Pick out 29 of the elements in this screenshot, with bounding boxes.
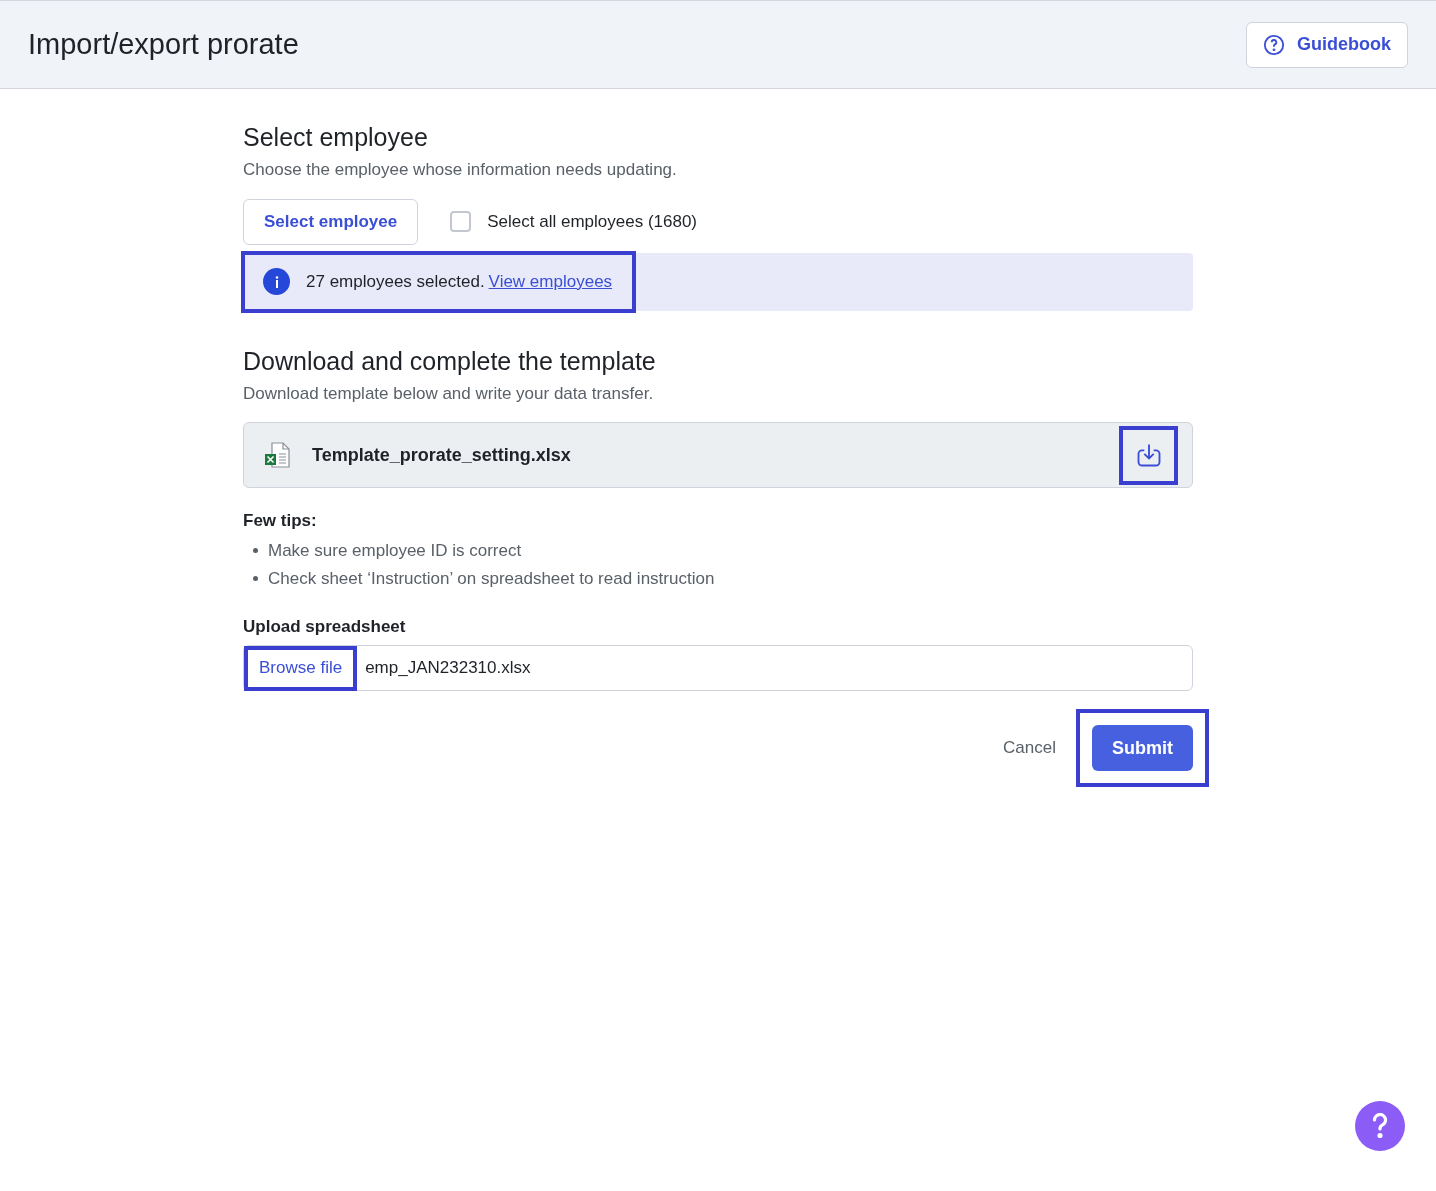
cancel-button[interactable]: Cancel [995,735,1064,761]
help-button[interactable] [1355,1101,1405,1151]
download-button[interactable] [1119,425,1178,485]
upload-label: Upload spreadsheet [243,615,407,638]
upload-field[interactable]: Browse file emp_JAN232310.xlsx [243,645,1193,691]
section-title: Download and complete the template [243,345,657,377]
info-text: 27 employees selected. [306,270,485,293]
section-description: Download template below and write your data transfer. [243,382,655,405]
select-employee-button[interactable]: Select employee [243,198,419,245]
page-title: Import/export prorate [28,26,299,62]
question-mark-icon [1372,1113,1388,1139]
info-icon [263,268,290,295]
checkbox[interactable] [450,211,472,232]
checkbox-label: Select all employees (1680) [487,210,698,233]
tips-title: Few tips: [243,510,318,532]
submit-button[interactable]: Submit [1092,725,1193,771]
spreadsheet-file-icon [264,441,292,469]
browse-file-button[interactable]: Browse file [244,645,358,691]
tip-text: Check sheet ‘Instruction’ on spreadsheet to read instruction [268,568,715,590]
upload-file-name: emp_JAN232310.xlsx [365,657,531,680]
bullet-icon [253,576,258,582]
bullet-icon [253,547,258,553]
template-file-name: Template_prorate_setting.xlsx [312,443,571,467]
section-description: Choose the employee whose information needs updating. [243,159,678,181]
section-title: Select employee [243,122,429,153]
help-icon [1263,33,1285,56]
view-employees-link[interactable]: View employees [488,268,613,295]
tip-text: Make sure employee ID is correct [268,539,522,562]
guidebook-button[interactable]: Guidebook [1246,21,1408,68]
